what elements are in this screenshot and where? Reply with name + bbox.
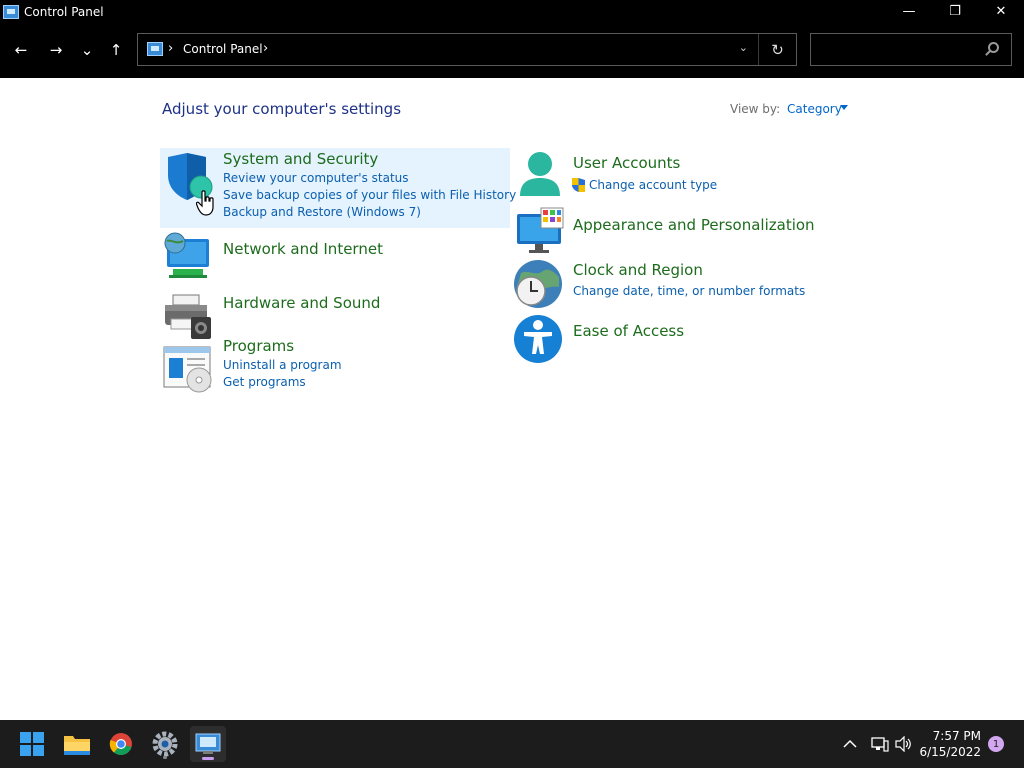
dropdown-arrow-icon[interactable] (840, 105, 848, 110)
restore-button[interactable]: ❐ (932, 0, 978, 23)
view-by-label: View by: (730, 102, 781, 116)
user-icon (520, 152, 560, 196)
chevron-right-icon[interactable]: › (263, 41, 268, 56)
clock-time: 7:57 PM (932, 729, 981, 743)
link-change-account-type[interactable]: Change account type (589, 178, 717, 192)
control-panel-icon (195, 733, 221, 754)
chevron-down-icon[interactable]: ⌄ (739, 41, 748, 54)
search-input[interactable] (811, 34, 981, 65)
page-title: Adjust your computer's settings (162, 100, 402, 118)
uac-shield-icon (572, 178, 585, 192)
category-programs[interactable]: Programs Uninstall a program Get program… (160, 337, 510, 400)
category-title[interactable]: Ease of Access (573, 322, 684, 340)
control-panel-icon (147, 42, 163, 56)
category-user-accounts[interactable]: User Accounts Change account type (512, 150, 852, 202)
address-bar[interactable]: › Control Panel › ⌄ ↻ (137, 33, 797, 66)
link-get-programs[interactable]: Get programs (223, 375, 306, 389)
hand-cursor-icon (196, 190, 214, 216)
refresh-button[interactable]: ↻ (758, 34, 796, 65)
search-icon[interactable] (988, 42, 999, 53)
category-system-and-security[interactable]: System and Security Review your computer… (160, 148, 516, 228)
category-title[interactable]: Programs (223, 337, 294, 355)
window-title: Control Panel (24, 4, 104, 19)
up-button[interactable]: ↑ (104, 39, 128, 61)
taskbar-chrome[interactable] (103, 726, 139, 762)
link-uninstall-program[interactable]: Uninstall a program (223, 358, 342, 372)
taskbar-control-panel[interactable] (190, 726, 226, 762)
breadcrumb-control-panel[interactable]: Control Panel (183, 42, 263, 56)
chrome-icon (109, 733, 132, 755)
taskbar-settings[interactable] (147, 726, 183, 762)
running-indicator (163, 756, 167, 759)
programs-icon (163, 346, 212, 393)
category-title[interactable]: User Accounts (573, 154, 680, 172)
start-icon (20, 732, 44, 756)
clock-date: 6/15/2022 (919, 745, 981, 759)
category-ease-of-access[interactable]: Ease of Access (512, 312, 852, 364)
navigation-bar: ← → ⌄ ↑ › Control Panel › ⌄ ↻ (0, 23, 1024, 78)
view-by-dropdown[interactable]: Category (787, 102, 842, 116)
network-tray-button[interactable] (871, 720, 889, 768)
active-indicator (202, 757, 214, 760)
ease-of-access-icon (514, 315, 562, 363)
recent-locations-button[interactable]: ⌄ (75, 39, 99, 61)
search-box[interactable] (810, 33, 1012, 66)
link-file-history[interactable]: Save backup copies of your files with Fi… (223, 188, 516, 202)
category-network-and-internet[interactable]: Network and Internet (160, 230, 510, 280)
show-hidden-icons-button[interactable] (843, 720, 857, 768)
printer-icon (165, 294, 211, 339)
category-title[interactable]: Clock and Region (573, 261, 703, 279)
taskbar: 7:57 PM 6/15/2022 1 (0, 720, 1024, 768)
taskbar-clock[interactable]: 7:57 PM 6/15/2022 (911, 728, 981, 760)
category-title[interactable]: System and Security (223, 150, 378, 168)
appearance-icon (517, 207, 564, 253)
control-panel-icon (3, 4, 19, 19)
network-icon (871, 737, 889, 752)
window-controls: — ❐ ✕ (886, 0, 1024, 23)
category-clock-and-region[interactable]: Clock and Region Change date, time, or n… (512, 258, 852, 310)
file-explorer-icon (64, 736, 90, 755)
clock-globe-icon (514, 260, 562, 308)
close-button[interactable]: ✕ (978, 0, 1024, 23)
notification-badge[interactable]: 1 (988, 736, 1004, 752)
category-title[interactable]: Hardware and Sound (223, 294, 380, 312)
chevron-right-icon[interactable]: › (168, 41, 173, 56)
link-review-status[interactable]: Review your computer's status (223, 171, 409, 185)
settings-icon (152, 731, 178, 757)
minimize-button[interactable]: — (886, 0, 932, 23)
content-area: Adjust your computer's settings View by:… (0, 78, 1024, 720)
forward-button[interactable]: → (44, 39, 68, 61)
title-bar: Control Panel — ❐ ✕ (0, 0, 1024, 23)
category-title[interactable]: Network and Internet (223, 240, 383, 258)
network-globe-icon (164, 232, 209, 278)
back-button[interactable]: ← (9, 39, 33, 61)
taskbar-file-explorer[interactable] (59, 726, 95, 762)
start-button[interactable] (14, 726, 50, 762)
category-appearance-and-personalization[interactable]: Appearance and Personalization (512, 206, 852, 253)
link-change-date-time[interactable]: Change date, time, or number formats (573, 284, 805, 298)
category-title[interactable]: Appearance and Personalization (573, 216, 815, 234)
chevron-up-icon (843, 739, 857, 748)
link-backup-restore[interactable]: Backup and Restore (Windows 7) (223, 205, 421, 219)
category-hardware-and-sound[interactable]: Hardware and Sound (160, 288, 510, 339)
